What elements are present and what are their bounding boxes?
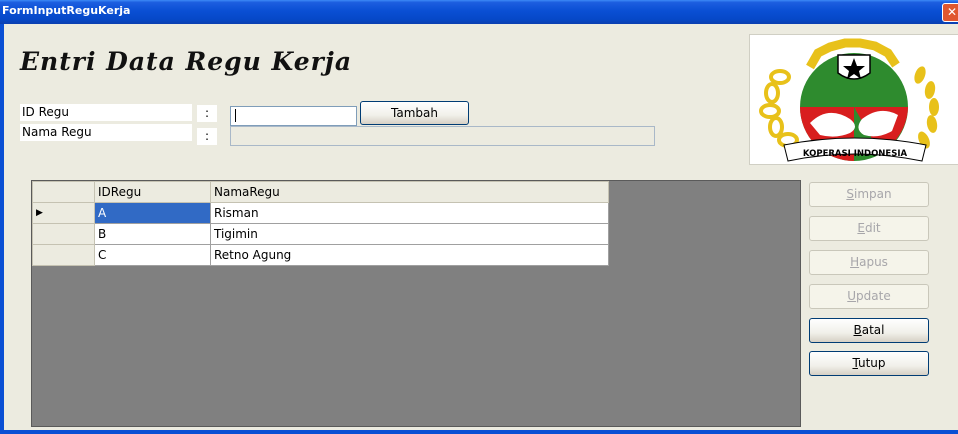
batal-button[interactable]: Batal (809, 318, 929, 343)
cell-idregu[interactable]: B (94, 223, 211, 245)
column-header-idregu[interactable]: IDRegu (94, 181, 211, 203)
cell-idregu[interactable]: C (94, 244, 211, 266)
table-row[interactable]: ▶ A Risman (32, 202, 609, 224)
koperasi-logo: KOPERASI INDONESIA (749, 34, 958, 165)
table-row[interactable]: B Tigimin (32, 223, 609, 245)
id-regu-colon: : (197, 105, 217, 122)
cell-namaregu[interactable]: Tigimin (210, 223, 609, 245)
grid-header-row: IDRegu NamaRegu (32, 181, 609, 203)
simpan-button[interactable]: Simpan (809, 182, 929, 207)
update-button[interactable]: Update (809, 284, 929, 309)
cell-idregu[interactable]: A (94, 202, 211, 224)
tambah-button[interactable]: Tambah (360, 101, 469, 125)
hapus-button[interactable]: Hapus (809, 250, 929, 275)
tutup-button[interactable]: Tutup (809, 351, 929, 376)
nama-regu-input[interactable] (230, 126, 655, 146)
nama-regu-label: Nama Regu (20, 124, 192, 141)
table-row[interactable]: C Retno Agung (32, 244, 609, 266)
regu-data-grid[interactable]: IDRegu NamaRegu ▶ A Risman B Tigimin C R… (31, 180, 801, 427)
row-selector-indicator[interactable]: ▶ (32, 202, 95, 224)
cell-namaregu[interactable]: Risman (210, 202, 609, 224)
grid-table: IDRegu NamaRegu ▶ A Risman B Tigimin C R… (32, 181, 609, 266)
form-client-area: Entri Data Regu Kerja ID Regu : Tambah N… (4, 24, 958, 430)
logo-ribbon-text: KOPERASI INDONESIA (803, 149, 908, 159)
form-heading: Entri Data Regu Kerja (20, 47, 353, 76)
row-selector[interactable] (32, 223, 95, 245)
text-caret (235, 109, 236, 122)
id-regu-input[interactable] (230, 106, 357, 126)
nama-regu-colon: : (197, 128, 217, 145)
cell-namaregu[interactable]: Retno Agung (210, 244, 609, 266)
id-regu-label: ID Regu (20, 104, 192, 121)
edit-button[interactable]: Edit (809, 216, 929, 241)
window-title: FormInputReguKerja (2, 4, 131, 17)
close-icon[interactable]: ✕ (942, 3, 958, 22)
grid-corner-header (32, 181, 95, 203)
column-header-namaregu[interactable]: NamaRegu (210, 181, 609, 203)
koperasi-emblem-icon: KOPERASI INDONESIA (759, 38, 939, 162)
window-frame-bottom (0, 430, 958, 434)
row-selector[interactable] (32, 244, 95, 266)
title-bar: FormInputReguKerja ✕ (0, 0, 958, 24)
